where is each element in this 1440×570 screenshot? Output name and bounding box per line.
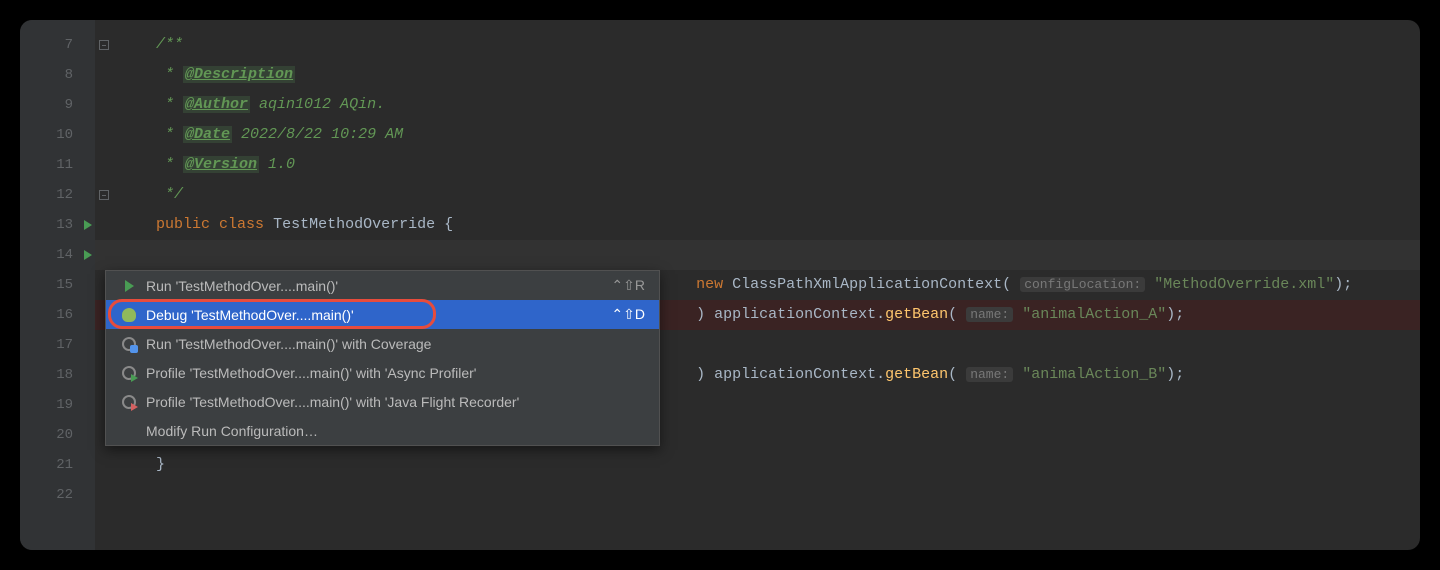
gutter: 7 8 9 10 11 12 13 14 15 16 17 18 19 20 2… [20, 20, 95, 550]
code-line[interactable]: */ [95, 180, 1420, 210]
line-number[interactable]: 18 [20, 360, 95, 390]
code-line[interactable]: * @Author aqin1012 AQin. [95, 90, 1420, 120]
menu-item-run[interactable]: Run 'TestMethodOver....main()' ⌃⇧R [106, 271, 659, 300]
menu-item-modify-config[interactable]: Modify Run Configuration… [106, 416, 659, 445]
line-number[interactable]: 10 [20, 120, 95, 150]
line-number-run[interactable]: 13 [20, 210, 95, 240]
code-editor: 7 8 9 10 11 12 13 14 15 16 17 18 19 20 2… [20, 20, 1420, 550]
line-number[interactable]: 11 [20, 150, 95, 180]
menu-item-shortcut: ⌃⇧D [611, 306, 645, 323]
context-menu: Run 'TestMethodOver....main()' ⌃⇧R Debug… [105, 270, 660, 446]
line-number[interactable]: 16 [20, 300, 95, 330]
menu-item-label: Run 'TestMethodOver....main()' [146, 278, 611, 294]
menu-item-profile-async[interactable]: Profile 'TestMethodOver....main()' with … [106, 358, 659, 387]
menu-item-label: Modify Run Configuration… [146, 423, 645, 439]
code-line[interactable]: * @Date 2022/8/22 10:29 AM [95, 120, 1420, 150]
line-number[interactable]: 9 [20, 90, 95, 120]
fold-icon[interactable] [99, 40, 109, 50]
profile-icon [120, 364, 138, 382]
code-line[interactable]: /** [95, 30, 1420, 60]
menu-item-label: Run 'TestMethodOver....main()' with Cove… [146, 336, 645, 352]
play-icon [120, 277, 138, 295]
menu-item-profile-jfr[interactable]: Profile 'TestMethodOver....main()' with … [106, 387, 659, 416]
line-number[interactable]: 20 [20, 420, 95, 450]
code-line[interactable]: * @Description [95, 60, 1420, 90]
menu-item-shortcut: ⌃⇧R [611, 277, 645, 294]
line-number[interactable]: 12 [20, 180, 95, 210]
line-number[interactable]: 22 [20, 480, 95, 510]
menu-item-coverage[interactable]: Run 'TestMethodOver....main()' with Cove… [106, 329, 659, 358]
line-number[interactable]: 8 [20, 60, 95, 90]
code-line[interactable] [95, 240, 1420, 270]
line-number[interactable]: 17 [20, 330, 95, 360]
profile-icon [120, 393, 138, 411]
code-line[interactable]: } [95, 450, 1420, 480]
line-number-run[interactable]: 14 [20, 240, 95, 270]
bug-icon [120, 306, 138, 324]
coverage-icon [120, 335, 138, 353]
menu-item-label: Profile 'TestMethodOver....main()' with … [146, 365, 645, 381]
line-number[interactable]: 19 [20, 390, 95, 420]
code-line[interactable]: public class TestMethodOverride { [95, 210, 1420, 240]
menu-item-label: Debug 'TestMethodOver....main()' [146, 307, 611, 323]
line-number[interactable]: 15 [20, 270, 95, 300]
code-line[interactable] [95, 480, 1420, 510]
blank-icon [120, 422, 138, 440]
fold-column [95, 30, 113, 210]
line-number[interactable]: 21 [20, 450, 95, 480]
line-number[interactable]: 7 [20, 30, 95, 60]
menu-item-debug[interactable]: Debug 'TestMethodOver....main()' ⌃⇧D [106, 300, 659, 329]
fold-icon[interactable] [99, 190, 109, 200]
code-line[interactable]: * @Version 1.0 [95, 150, 1420, 180]
menu-item-label: Profile 'TestMethodOver....main()' with … [146, 394, 645, 410]
